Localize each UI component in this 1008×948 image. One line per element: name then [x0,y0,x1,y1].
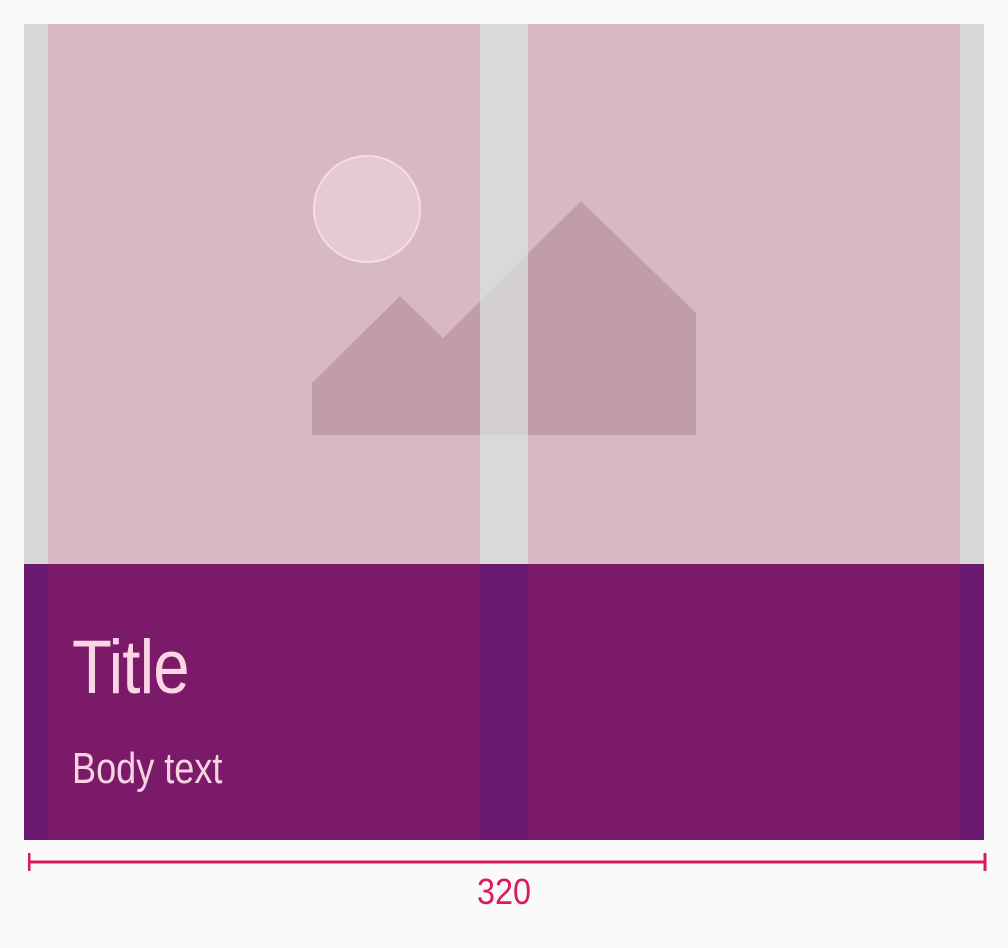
margin-right-overlay [960,24,984,564]
card-body-text: Body text [72,744,223,793]
card: Title Body text [24,24,984,840]
margin-left-overlay [24,24,48,564]
card-title: Title [72,625,190,710]
image-placeholder-icon [24,24,984,564]
page: Title Body text 320 [0,0,1008,948]
sun-circle [313,155,421,263]
width-measure-label: 320 [476,871,532,912]
gutter-overlay [480,24,528,564]
card-text-area: Title Body text [24,564,984,840]
text-grid-column-2 [528,564,960,840]
